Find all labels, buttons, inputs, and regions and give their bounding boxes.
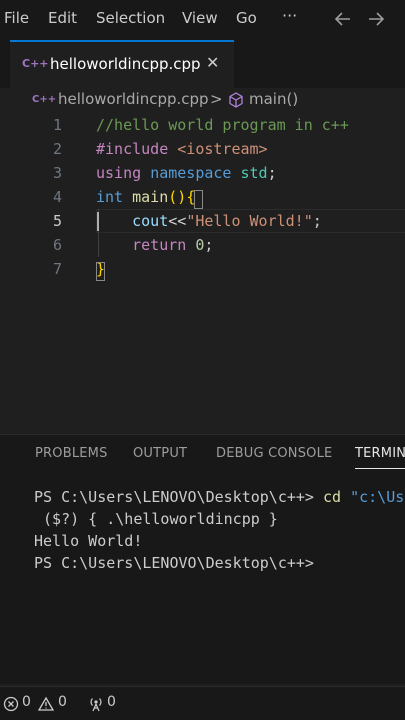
breadcrumb: C++ helloworldincpp.cpp > main(): [0, 88, 405, 112]
close-icon[interactable]: ✕: [206, 53, 219, 72]
tab-debug-console[interactable]: DEBUG CONSOLE: [216, 446, 332, 461]
menu-bar: File Edit Selection View Go ···: [0, 0, 405, 38]
line-number: 7: [52, 260, 62, 278]
code-token: using: [96, 164, 151, 182]
terminal-token: PS C:\Users\LENOVO\Desktop\c++>: [34, 554, 314, 572]
line-number: 5: [52, 212, 62, 230]
tab-problems[interactable]: PROBLEMS: [35, 446, 108, 461]
bracket-match-highlight: [194, 190, 203, 209]
terminal-token: "c:\Us: [350, 488, 405, 506]
arrow-left-icon[interactable]: [333, 9, 353, 29]
terminal-token: Hello World!: [34, 532, 143, 550]
line-number: 3: [52, 164, 62, 182]
symbol-method-icon: [229, 92, 243, 108]
line-number: 6: [52, 236, 62, 254]
menu-view[interactable]: View: [182, 9, 218, 27]
code-line[interactable]: using namespace std;: [96, 164, 277, 182]
status-bar: 0 0 0: [0, 686, 405, 720]
code-token: ;: [204, 236, 214, 254]
more-menu-button[interactable]: ···: [282, 6, 297, 25]
ports-count[interactable]: 0: [107, 694, 116, 710]
arrow-right-icon[interactable]: [366, 9, 386, 29]
terminal-line: PS C:\Users\LENOVO\Desktop\c++>: [34, 554, 314, 572]
broadcast-icon[interactable]: [87, 695, 105, 713]
code-token: <iostream>: [177, 140, 268, 158]
terminal-line: PS C:\Users\LENOVO\Desktop\c++> cd "c:\U…: [34, 488, 404, 506]
code-line[interactable]: cout<<"Hello World!";: [96, 212, 322, 230]
bracket-match-highlight: [96, 262, 105, 281]
code-token: std: [240, 164, 268, 182]
code-line[interactable]: //hello world program in c++: [96, 116, 349, 134]
code-line[interactable]: int main(){: [96, 188, 195, 206]
code-token: namespace: [150, 164, 241, 182]
tab-output[interactable]: OUTPUT: [133, 446, 187, 461]
code-token: return: [132, 236, 196, 254]
error-circle-icon[interactable]: [3, 696, 19, 712]
tab-label: helloworldincpp.cpp: [50, 55, 201, 73]
cpp-file-icon: C++: [32, 94, 57, 105]
code-token: "Hello World!": [186, 212, 313, 230]
code-token: ;: [267, 164, 277, 182]
terminal-token: PS C:\Users\LENOVO\Desktop\c++>: [34, 488, 323, 506]
code-token: #include: [96, 140, 178, 158]
terminal-token: ($?) { .\helloworldincpp }: [34, 510, 278, 528]
terminal-token: cd: [322, 488, 351, 506]
code-line[interactable]: #include <iostream>: [96, 140, 268, 158]
line-number: 1: [52, 116, 62, 134]
menu-edit[interactable]: Edit: [48, 9, 77, 27]
code-token: ;: [312, 212, 322, 230]
menu-go[interactable]: Go: [236, 9, 257, 27]
breadcrumb-separator: >: [210, 90, 223, 108]
cpp-file-icon: C++: [22, 57, 49, 70]
line-number: 4: [52, 188, 62, 206]
breadcrumb-symbol[interactable]: main(): [249, 90, 298, 108]
warning-count[interactable]: 0: [58, 694, 67, 710]
warning-triangle-icon[interactable]: [38, 696, 54, 712]
menu-selection[interactable]: Selection: [96, 9, 165, 27]
code-line[interactable]: return 0;: [96, 236, 213, 254]
code-token: int: [96, 188, 133, 206]
tab-terminal[interactable]: TERMINA: [355, 446, 405, 461]
terminal-line: Hello World!: [34, 532, 142, 550]
breadcrumb-file[interactable]: helloworldincpp.cpp: [58, 90, 209, 108]
error-count[interactable]: 0: [22, 694, 31, 710]
code-token: main: [132, 188, 169, 206]
active-tab-underline: [355, 468, 405, 469]
text-cursor: [97, 212, 99, 231]
code-token: <<: [168, 212, 187, 230]
menu-file[interactable]: File: [4, 9, 29, 27]
code-token: cout: [132, 212, 169, 230]
line-number: 2: [52, 140, 62, 158]
tab-helloworldincpp[interactable]: C++ helloworldincpp.cpp ✕: [10, 40, 234, 88]
code-token: (): [168, 188, 187, 206]
code-token: //hello world program in c++: [96, 116, 349, 134]
terminal-line: ($?) { .\helloworldincpp }: [34, 510, 278, 528]
